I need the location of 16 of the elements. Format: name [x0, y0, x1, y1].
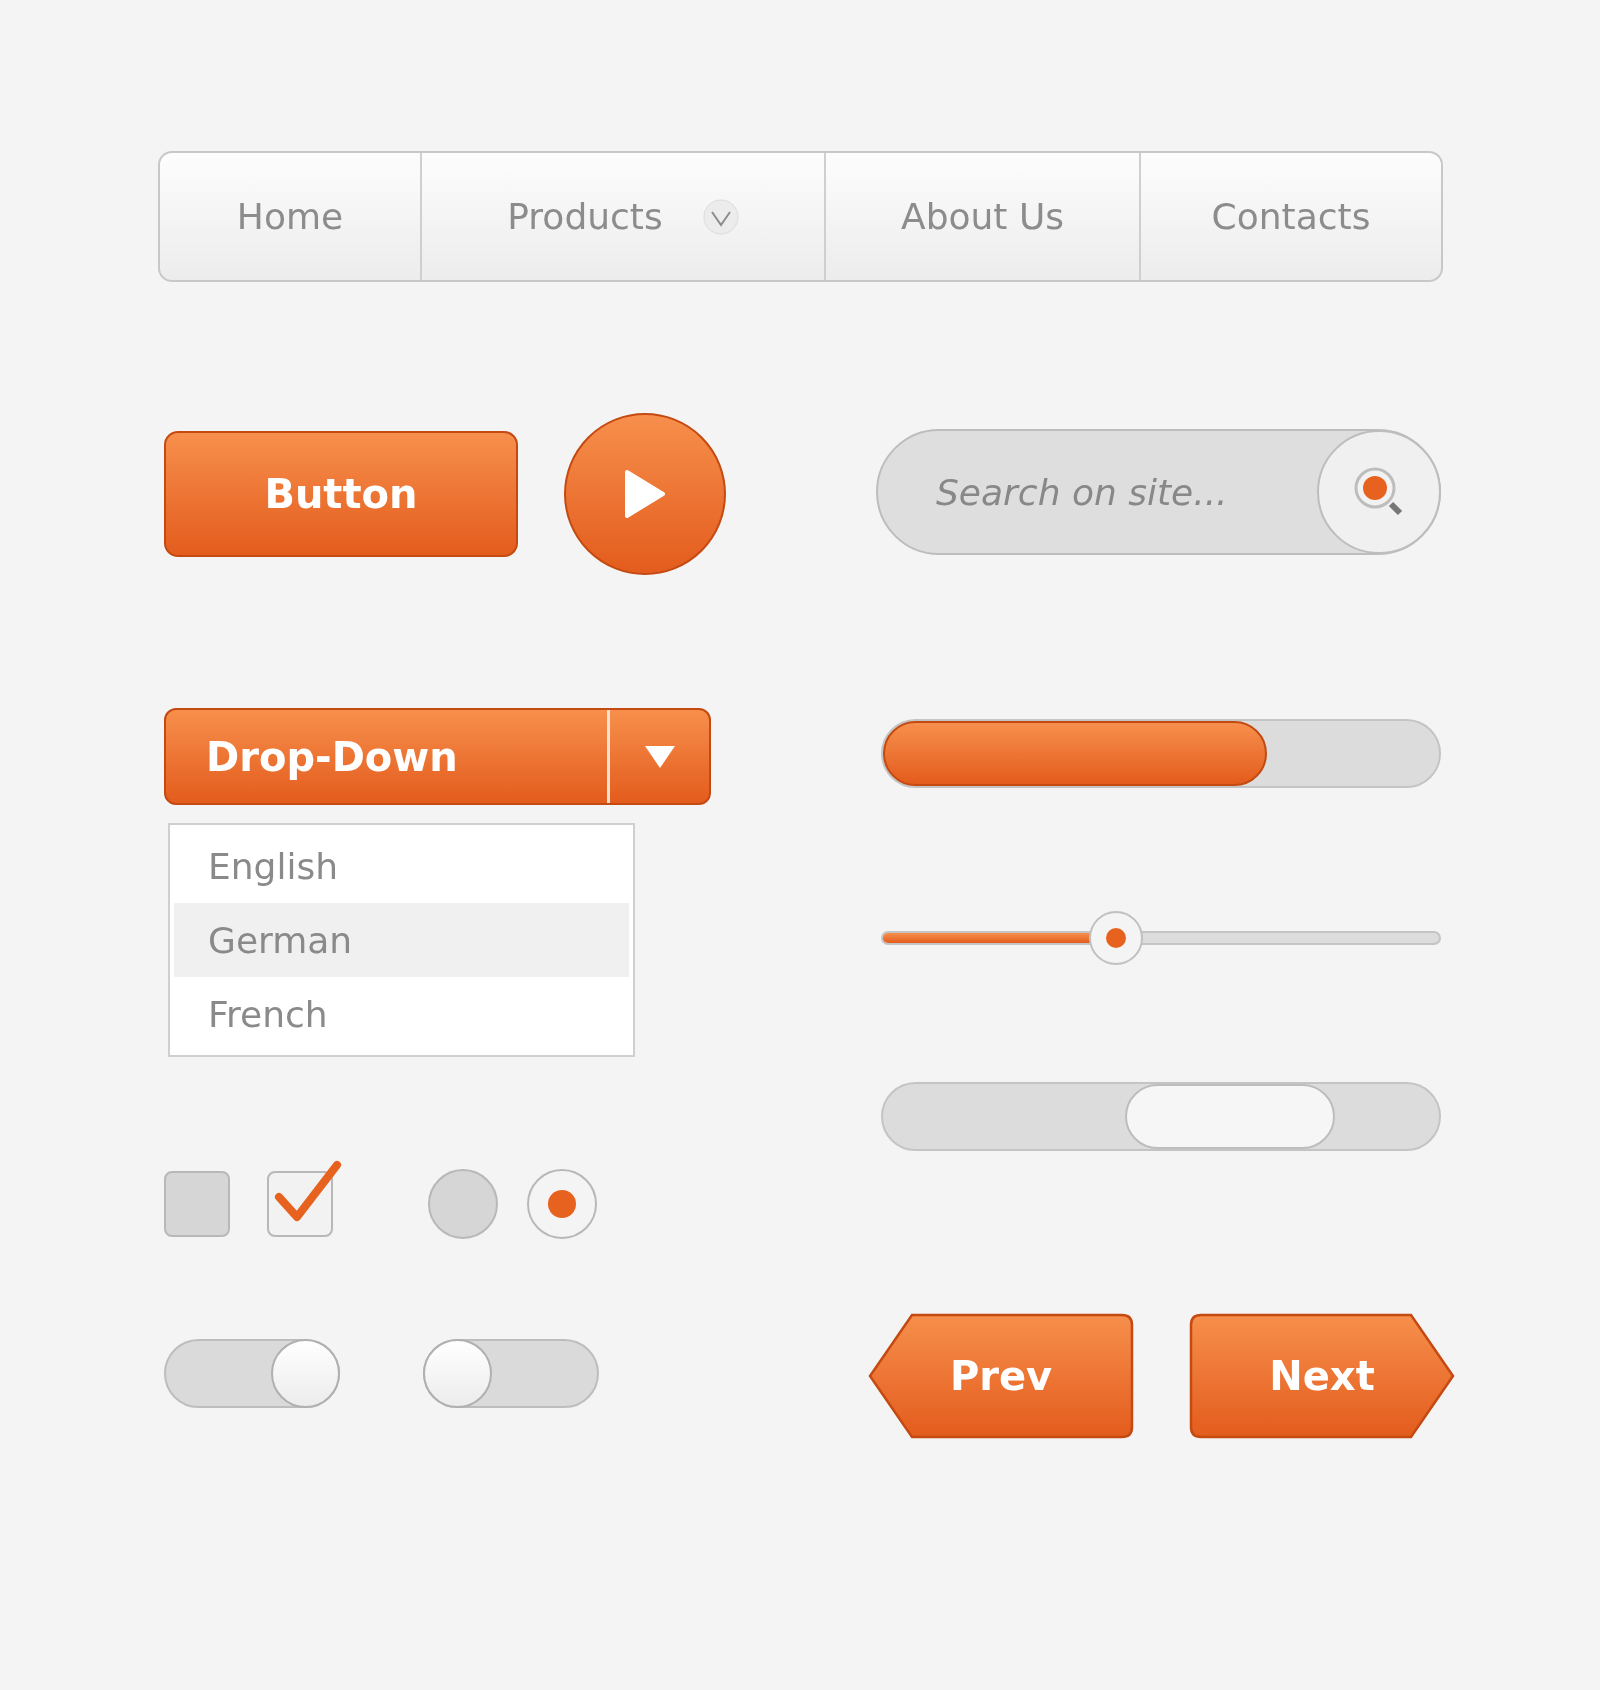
nav-tab[interactable]: Home [160, 153, 420, 280]
button[interactable]: Button [164, 431, 518, 557]
checkbox[interactable] [164, 1171, 230, 1237]
slider-thumb[interactable] [1089, 911, 1144, 965]
prev-button[interactable]: Prev [868, 1313, 1134, 1439]
dropdown[interactable]: Drop-Down [164, 708, 711, 805]
chevron-down-icon [702, 198, 739, 235]
play-icon [623, 468, 667, 520]
menu-item[interactable]: German [174, 903, 629, 977]
nav-tab[interactable]: Products [420, 153, 824, 280]
dropdown-label: Drop-Down [205, 732, 459, 782]
slider[interactable] [881, 911, 1441, 965]
search-field[interactable]: Search on site... [934, 470, 1317, 514]
nav-tab[interactable]: About Us [824, 153, 1139, 280]
nav-tab[interactable]: Contacts [1139, 153, 1441, 280]
next-button[interactable]: Next [1189, 1313, 1455, 1439]
